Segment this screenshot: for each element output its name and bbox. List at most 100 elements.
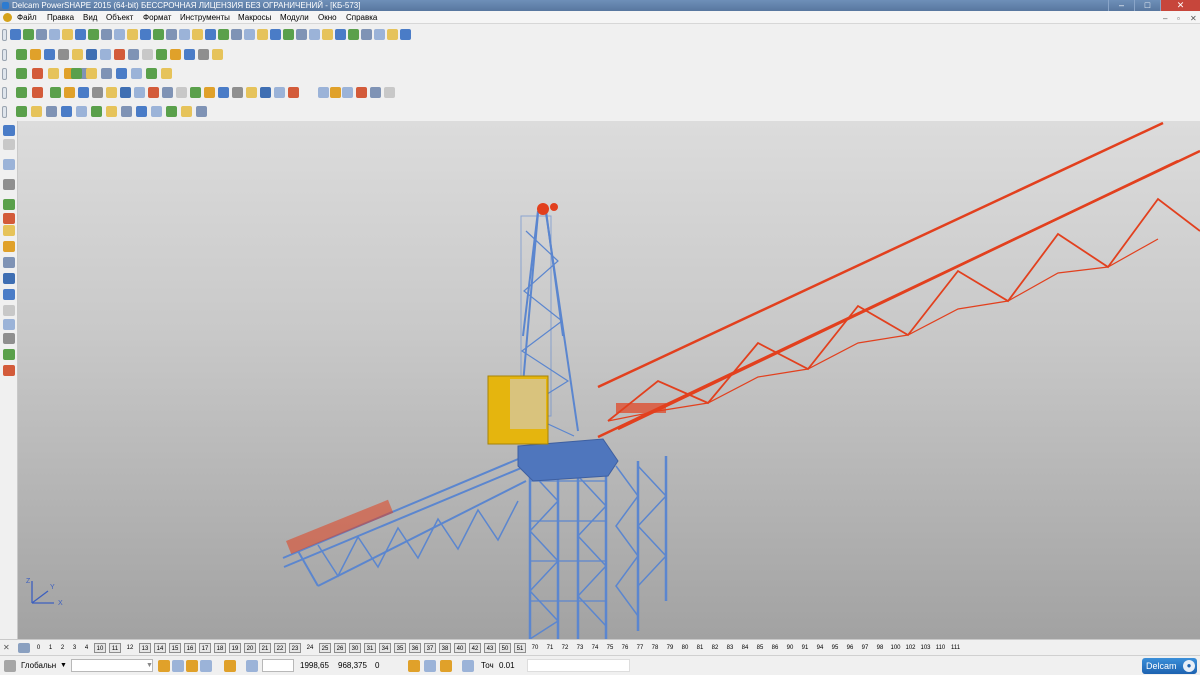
module-tool-icon-9[interactable]	[151, 106, 162, 117]
level-button[interactable]: 70	[529, 643, 541, 653]
module-tool-icon-3[interactable]	[61, 106, 72, 117]
level-button[interactable]: 71	[544, 643, 556, 653]
minimize-button[interactable]: –	[1108, 0, 1134, 11]
selection-tool-icon-1[interactable]	[32, 87, 43, 98]
level-button[interactable]: 13	[139, 643, 151, 653]
left-tool-icon-12[interactable]	[3, 319, 15, 330]
selection-tool-icon-18[interactable]	[274, 87, 285, 98]
menu-file[interactable]: Файл	[17, 11, 37, 24]
main-tool-icon-23[interactable]	[309, 29, 320, 40]
selection-tool-icon-16[interactable]	[246, 87, 257, 98]
selection-tool-icon-21[interactable]	[330, 87, 341, 98]
selection-tool-icon-23[interactable]	[356, 87, 367, 98]
level-button[interactable]: 110	[934, 643, 947, 653]
main-tool-icon-26[interactable]	[348, 29, 359, 40]
level-button[interactable]: 111	[949, 643, 962, 653]
level-button[interactable]: 43	[484, 643, 496, 653]
main-tool-icon-12[interactable]	[166, 29, 177, 40]
main-tool-icon-28[interactable]	[374, 29, 385, 40]
level-button[interactable]: 94	[814, 643, 826, 653]
view-tool-icon-1[interactable]	[30, 49, 41, 60]
selection-tool-icon-4[interactable]	[78, 87, 89, 98]
level-button[interactable]: 91	[799, 643, 811, 653]
selection-tool-icon-25[interactable]	[384, 87, 395, 98]
view-tool-icon-2[interactable]	[44, 49, 55, 60]
status-tool-icon-5[interactable]	[246, 660, 258, 672]
view-tool-icon-0[interactable]	[16, 49, 27, 60]
close-levels-icon[interactable]: ✕	[3, 643, 13, 653]
object-tool-icon-0[interactable]	[16, 68, 27, 79]
view-tool-icon-9[interactable]	[142, 49, 153, 60]
main-tool-icon-4[interactable]	[62, 29, 73, 40]
view-tool-icon-3[interactable]	[58, 49, 69, 60]
left-tool-icon-9[interactable]	[3, 273, 15, 284]
module-tool-icon-7[interactable]	[121, 106, 132, 117]
status-tool-icon-2[interactable]	[186, 660, 198, 672]
level-button[interactable]: 12	[124, 643, 136, 653]
menu-object[interactable]: Объект	[106, 11, 133, 24]
level-button[interactable]: 38	[439, 643, 451, 653]
main-tool-icon-13[interactable]	[179, 29, 190, 40]
level-button[interactable]: 26	[334, 643, 346, 653]
object-tool-icon-1[interactable]	[32, 68, 43, 79]
workplane-select[interactable]: Глобальн	[21, 660, 56, 671]
document-icon[interactable]	[3, 13, 12, 22]
selection-tool-icon-9[interactable]	[148, 87, 159, 98]
maximize-button[interactable]: □	[1134, 0, 1160, 11]
left-tool-icon-0[interactable]	[3, 125, 15, 136]
selection-tool-icon-8[interactable]	[134, 87, 145, 98]
view-tool-icon-13[interactable]	[198, 49, 209, 60]
level-button[interactable]: 82	[709, 643, 721, 653]
view-tool-icon-14[interactable]	[212, 49, 223, 60]
field-dropdown-icon[interactable]: ▼	[146, 660, 153, 671]
level-button[interactable]: 90	[784, 643, 796, 653]
main-tool-icon-17[interactable]	[231, 29, 242, 40]
level-button[interactable]: 35	[394, 643, 406, 653]
main-tool-icon-6[interactable]	[88, 29, 99, 40]
level-button[interactable]: 14	[154, 643, 166, 653]
level-button[interactable]: 100	[889, 643, 902, 653]
mdi-close-button[interactable]: ✕	[1190, 12, 1197, 25]
tolerance-value[interactable]: 0.01	[499, 660, 515, 671]
level-button[interactable]: 37	[424, 643, 436, 653]
main-tool-icon-21[interactable]	[283, 29, 294, 40]
level-button[interactable]: 4	[82, 643, 91, 653]
object-tool-icon-10[interactable]	[146, 68, 157, 79]
main-tool-icon-20[interactable]	[270, 29, 281, 40]
level-button[interactable]: 17	[199, 643, 211, 653]
menu-window[interactable]: Окно	[318, 11, 337, 24]
view-tool-icon-7[interactable]	[114, 49, 125, 60]
level-button[interactable]: 34	[379, 643, 391, 653]
main-tool-icon-22[interactable]	[296, 29, 307, 40]
main-tool-icon-8[interactable]	[114, 29, 125, 40]
level-button[interactable]: 96	[844, 643, 856, 653]
level-button[interactable]: 74	[589, 643, 601, 653]
level-button[interactable]: 10	[94, 643, 106, 653]
level-button[interactable]: 98	[874, 643, 886, 653]
left-tool-icon-3[interactable]	[3, 179, 15, 190]
selection-tool-icon-15[interactable]	[232, 87, 243, 98]
toolbar-grip[interactable]	[2, 49, 7, 61]
level-button[interactable]: 85	[754, 643, 766, 653]
workplane-icon[interactable]	[4, 660, 16, 672]
level-button[interactable]: 23	[289, 643, 301, 653]
main-tool-icon-5[interactable]	[75, 29, 86, 40]
selection-tool-icon-13[interactable]	[204, 87, 215, 98]
left-tool-icon-7[interactable]	[3, 241, 15, 252]
level-button[interactable]: 102	[904, 643, 917, 653]
object-tool-icon-11[interactable]	[161, 68, 172, 79]
module-tool-icon-0[interactable]	[16, 106, 27, 117]
main-tool-icon-16[interactable]	[218, 29, 229, 40]
selection-tool-icon-22[interactable]	[342, 87, 353, 98]
selection-tool-icon-10[interactable]	[162, 87, 173, 98]
main-tool-icon-18[interactable]	[244, 29, 255, 40]
left-tool-icon-10[interactable]	[3, 289, 15, 300]
selection-tool-icon-17[interactable]	[260, 87, 271, 98]
selection-tool-icon-14[interactable]	[218, 87, 229, 98]
module-tool-icon-8[interactable]	[136, 106, 147, 117]
level-button[interactable]: 72	[559, 643, 571, 653]
level-button[interactable]: 73	[574, 643, 586, 653]
level-button[interactable]: 86	[769, 643, 781, 653]
level-button[interactable]: 97	[859, 643, 871, 653]
status-tool-icon-7[interactable]	[424, 660, 436, 672]
